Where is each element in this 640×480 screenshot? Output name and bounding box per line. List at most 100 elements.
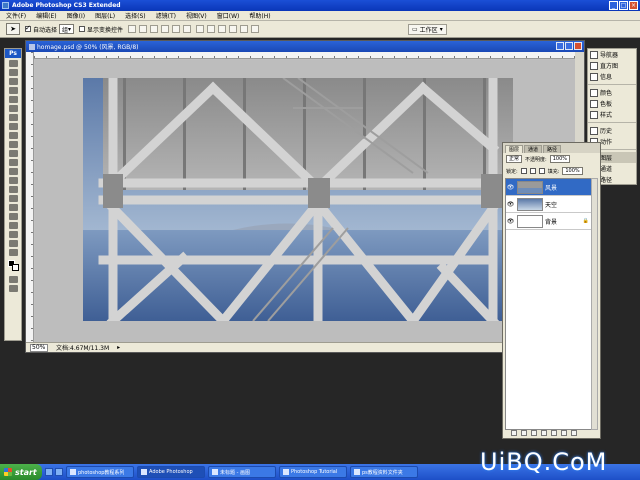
lock-transparency-icon[interactable] xyxy=(520,168,527,174)
dock-item-info[interactable]: 信息 xyxy=(588,71,636,82)
distribute-right-icon[interactable] xyxy=(251,25,260,33)
distribute-vcenter-icon[interactable] xyxy=(207,25,216,33)
dodge-tool-icon[interactable] xyxy=(8,177,18,184)
taskbar-button[interactable]: 未标题 - 画图 xyxy=(208,466,276,478)
layer-row[interactable]: 👁 风景 xyxy=(506,179,592,196)
auto-select-target-select[interactable]: 组 ▾ xyxy=(59,24,75,34)
menu-window[interactable]: 窗口(W) xyxy=(217,11,240,20)
blend-mode-select[interactable]: 正常 xyxy=(506,155,523,163)
lasso-tool-icon[interactable] xyxy=(8,78,18,85)
align-left-icon[interactable] xyxy=(161,25,170,33)
menu-edit[interactable]: 编辑(E) xyxy=(36,11,56,20)
eyedropper-tool-icon[interactable] xyxy=(8,231,18,238)
menu-layer[interactable]: 图层(L) xyxy=(95,11,115,20)
eraser-tool-icon[interactable] xyxy=(8,150,18,157)
dock-item-swatches[interactable]: 色板 xyxy=(588,98,636,109)
auto-select-checkbox[interactable] xyxy=(25,24,31,32)
marquee-tool-icon[interactable] xyxy=(8,69,18,76)
tab-layers[interactable]: 图层 xyxy=(505,145,524,153)
gradient-tool-icon[interactable] xyxy=(8,159,18,166)
workspace-button[interactable]: ▭ 工作区 ▾ xyxy=(408,24,447,35)
opacity-field[interactable]: 100% xyxy=(549,155,570,163)
quick-mask-icon[interactable] xyxy=(8,276,18,283)
menu-filter[interactable]: 滤镜(T) xyxy=(156,11,176,20)
move-tool-icon[interactable] xyxy=(8,60,18,67)
crop-tool-icon[interactable] xyxy=(8,96,18,103)
shape-tool-icon[interactable] xyxy=(8,213,18,220)
dock-item-styles[interactable]: 样式 xyxy=(588,109,636,120)
align-bottom-icon[interactable] xyxy=(150,25,159,33)
menu-help[interactable]: 帮助(H) xyxy=(249,11,270,20)
taskbar-button[interactable]: photoshop教程系列 xyxy=(66,466,134,478)
quicklaunch-icon[interactable] xyxy=(45,468,53,476)
magic-wand-tool-icon[interactable] xyxy=(8,87,18,94)
tab-channels[interactable]: 通道 xyxy=(524,145,543,153)
link-layers-icon[interactable] xyxy=(511,430,517,436)
lock-pixels-icon[interactable] xyxy=(529,168,536,174)
eye-icon[interactable]: 👁 xyxy=(506,201,515,208)
eye-icon[interactable]: 👁 xyxy=(506,184,515,191)
layer-style-icon[interactable] xyxy=(521,430,527,436)
align-hcenter-icon[interactable] xyxy=(172,25,181,33)
start-button[interactable]: start xyxy=(0,464,42,480)
adjustment-layer-icon[interactable] xyxy=(541,430,547,436)
zoom-field[interactable]: 50% xyxy=(30,343,48,352)
minimize-button[interactable]: _ xyxy=(609,1,618,10)
dock-item-color[interactable]: 颜色 xyxy=(588,87,636,98)
menu-file[interactable]: 文件(F) xyxy=(6,11,26,20)
taskbar-button[interactable]: ps教程资料文件夹 xyxy=(350,466,418,478)
show-transform-checkbox[interactable] xyxy=(79,26,86,32)
taskbar-button[interactable]: Adobe Photoshop xyxy=(137,466,205,478)
layer-row[interactable]: 👁 背景 🔒 xyxy=(506,213,592,230)
tool-preset-picker[interactable]: ➤ xyxy=(6,23,20,35)
distribute-top-icon[interactable] xyxy=(196,25,205,33)
new-group-icon[interactable] xyxy=(551,430,557,436)
menu-image[interactable]: 图像(I) xyxy=(67,11,85,20)
lock-position-icon[interactable] xyxy=(538,168,545,174)
distribute-bottom-icon[interactable] xyxy=(218,25,227,33)
quicklaunch-icon[interactable] xyxy=(55,468,63,476)
document-image[interactable] xyxy=(83,78,513,321)
dock-item-navigator[interactable]: 导航器 xyxy=(588,49,636,60)
tab-paths[interactable]: 路径 xyxy=(543,145,562,153)
document-close-button[interactable] xyxy=(574,42,582,50)
layer-row[interactable]: 👁 天空 xyxy=(506,196,592,213)
maximize-button[interactable]: □ xyxy=(619,1,628,10)
distribute-left-icon[interactable] xyxy=(229,25,238,33)
slice-tool-icon[interactable] xyxy=(8,105,18,112)
menu-select[interactable]: 选择(S) xyxy=(125,11,146,20)
distribute-hcenter-icon[interactable] xyxy=(240,25,249,33)
align-vcenter-icon[interactable] xyxy=(139,25,148,33)
eye-icon[interactable]: 👁 xyxy=(506,218,515,225)
hand-tool-icon[interactable] xyxy=(8,240,18,247)
layers-scrollbar[interactable] xyxy=(591,178,598,430)
clone-stamp-tool-icon[interactable] xyxy=(8,132,18,139)
healing-brush-tool-icon[interactable] xyxy=(8,114,18,121)
type-tool-icon[interactable] xyxy=(8,195,18,202)
history-brush-tool-icon[interactable] xyxy=(8,141,18,148)
document-minimize-button[interactable] xyxy=(556,42,564,50)
brush-tool-icon[interactable] xyxy=(8,123,18,130)
top-ruler[interactable] xyxy=(34,52,584,59)
status-menu-arrow-icon[interactable]: ▸ xyxy=(117,344,120,351)
background-color-swatch[interactable] xyxy=(12,264,19,271)
close-button[interactable]: × xyxy=(629,1,638,10)
blur-tool-icon[interactable] xyxy=(8,168,18,175)
dock-item-histogram[interactable]: 直方图 xyxy=(588,60,636,71)
layer-mask-icon[interactable] xyxy=(531,430,537,436)
align-right-icon[interactable] xyxy=(183,25,192,33)
taskbar-button[interactable]: Photoshop Tutorial xyxy=(279,466,347,478)
document-maximize-button[interactable] xyxy=(565,42,573,50)
menu-view[interactable]: 视图(V) xyxy=(186,11,207,20)
align-top-icon[interactable] xyxy=(128,25,137,33)
new-layer-icon[interactable] xyxy=(561,430,567,436)
document-titlebar[interactable]: homage.psd @ 50% (风景, RGB/8) xyxy=(26,41,584,52)
fill-field[interactable]: 100% xyxy=(562,167,583,175)
screen-mode-icon[interactable] xyxy=(8,285,18,292)
left-ruler[interactable] xyxy=(26,52,34,343)
dock-item-history[interactable]: 历史 xyxy=(588,125,636,136)
trash-icon[interactable] xyxy=(571,430,577,436)
zoom-tool-icon[interactable] xyxy=(8,249,18,256)
path-selection-tool-icon[interactable] xyxy=(8,204,18,211)
canvas-area[interactable] xyxy=(35,60,575,343)
